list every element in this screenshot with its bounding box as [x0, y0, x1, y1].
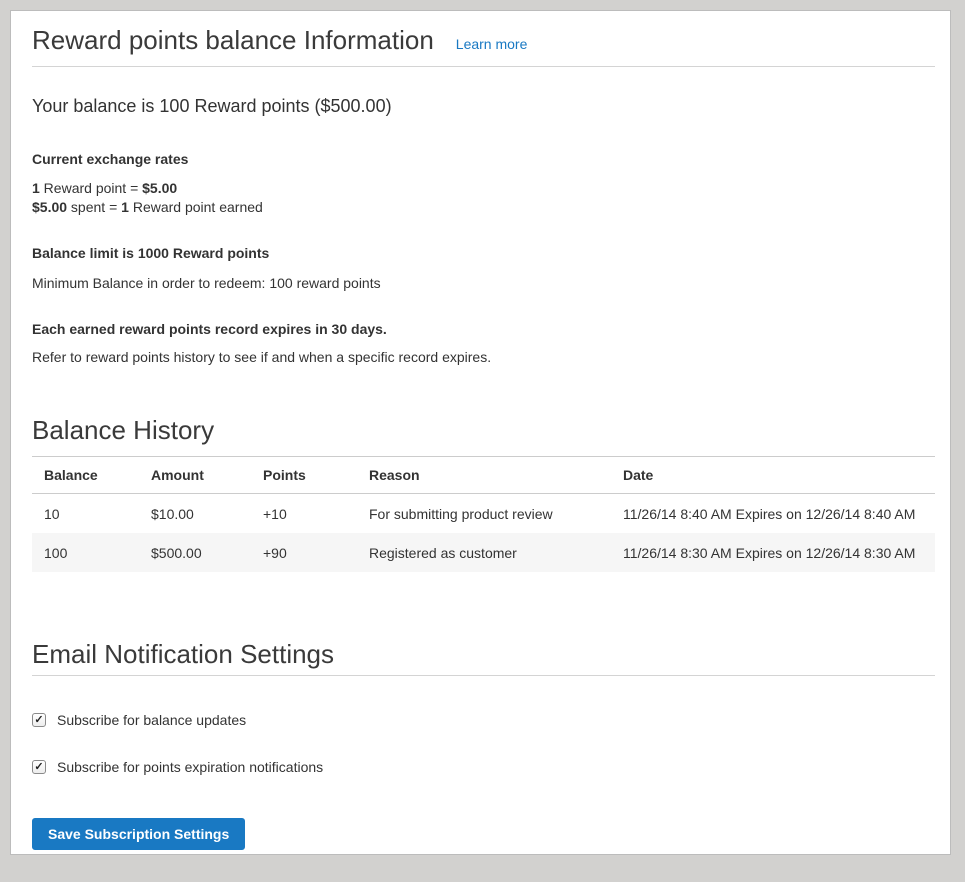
balance-history-heading: Balance History	[32, 415, 935, 446]
column-header-date: Date	[611, 457, 935, 494]
page-title: Reward points balance Information	[32, 25, 434, 56]
exchange-rate-points: 1	[32, 180, 40, 196]
email-notification-heading: Email Notification Settings	[32, 639, 935, 670]
table-header-row: Balance Amount Points Reason Date	[32, 457, 935, 494]
cell-points: +10	[251, 494, 357, 534]
balance-updates-checkbox[interactable]	[32, 713, 46, 727]
balance-updates-option: Subscribe for balance updates	[32, 710, 935, 730]
exchange-spend-text: spent =	[67, 199, 121, 215]
exchange-rates-heading: Current exchange rates	[32, 149, 935, 169]
column-header-amount: Amount	[139, 457, 251, 494]
balance-updates-label[interactable]: Subscribe for balance updates	[57, 710, 246, 730]
table-row: 10 $10.00 +10 For submitting product rev…	[32, 494, 935, 534]
exchange-rate-text: Reward point =	[40, 180, 142, 196]
expiration-notifications-checkbox[interactable]	[32, 760, 46, 774]
exchange-spend-value: $5.00	[32, 199, 67, 215]
minimum-balance-note: Minimum Balance in order to redeem: 100 …	[32, 273, 935, 293]
column-header-reason: Reason	[357, 457, 611, 494]
cell-balance: 100	[32, 533, 139, 572]
exchange-rate-value: $5.00	[142, 180, 177, 196]
column-header-points: Points	[251, 457, 357, 494]
save-subscription-settings-button[interactable]: Save Subscription Settings	[32, 818, 245, 850]
exchange-rate-line-1: 1 Reward point = $5.00	[32, 179, 935, 198]
cell-amount: $10.00	[139, 494, 251, 534]
cell-reason: Registered as customer	[357, 533, 611, 572]
expiration-notifications-label[interactable]: Subscribe for points expiration notifica…	[57, 757, 323, 777]
expiration-notifications-option: Subscribe for points expiration notifica…	[32, 757, 935, 777]
exchange-rate-line-2: $5.00 spent = 1 Reward point earned	[32, 198, 935, 217]
cell-date: 11/26/14 8:30 AM Expires on 12/26/14 8:3…	[611, 533, 935, 572]
cell-points: +90	[251, 533, 357, 572]
email-section-divider	[32, 675, 935, 676]
column-header-balance: Balance	[32, 457, 139, 494]
actions-row: Save Subscription Settings	[32, 818, 935, 850]
cell-date: 11/26/14 8:40 AM Expires on 12/26/14 8:4…	[611, 494, 935, 534]
cell-reason: For submitting product review	[357, 494, 611, 534]
balance-history-table: Balance Amount Points Reason Date 10 $10…	[32, 456, 935, 572]
exchange-rates-lines: 1 Reward point = $5.00 $5.00 spent = 1 R…	[32, 179, 935, 217]
learn-more-link[interactable]: Learn more	[456, 36, 528, 52]
table-row: 100 $500.00 +90 Registered as customer 1…	[32, 533, 935, 572]
exchange-earn-text: Reward point earned	[129, 199, 263, 215]
expiration-note: Refer to reward points history to see if…	[32, 347, 935, 367]
exchange-earn-points: 1	[121, 199, 129, 215]
header-divider	[32, 66, 935, 67]
cell-amount: $500.00	[139, 533, 251, 572]
balance-summary: Your balance is 100 Reward points ($500.…	[32, 94, 935, 118]
page-header: Reward points balance Information Learn …	[32, 25, 935, 56]
reward-points-panel: Reward points balance Information Learn …	[10, 10, 951, 855]
balance-limit-heading: Balance limit is 1000 Reward points	[32, 243, 935, 263]
cell-balance: 10	[32, 494, 139, 534]
expiration-heading: Each earned reward points record expires…	[32, 319, 935, 339]
